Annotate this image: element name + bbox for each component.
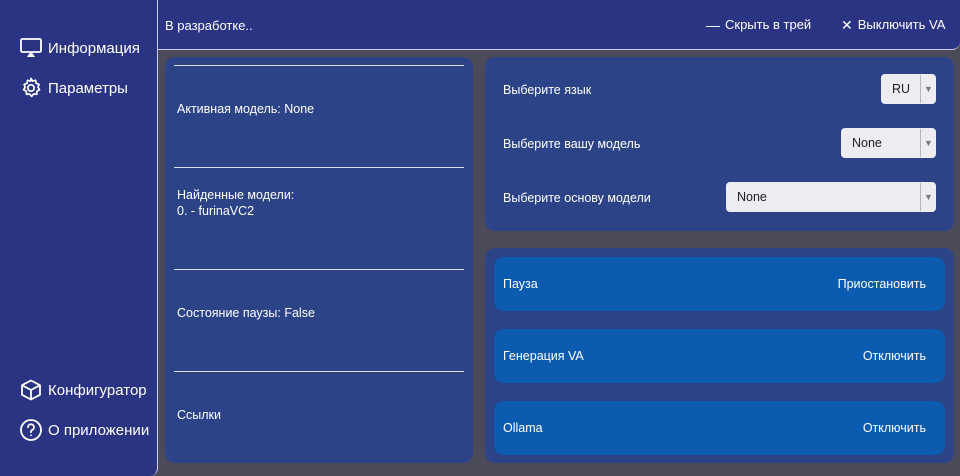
minimize-to-tray-button[interactable]: — Скрыть в трей bbox=[706, 17, 811, 32]
ollama-control[interactable]: Ollama Отключить bbox=[494, 401, 945, 455]
topbar: В разработке.. — Скрыть в трей ✕ Выключи… bbox=[158, 0, 960, 50]
chevron-down-icon: ▼ bbox=[920, 75, 936, 103]
shutdown-button[interactable]: ✕ Выключить VA bbox=[841, 17, 945, 32]
shutdown-label: Выключить VA bbox=[857, 17, 946, 32]
airplay-icon bbox=[18, 35, 44, 61]
language-select[interactable]: RU ▼ bbox=[881, 74, 936, 104]
va-generation-control[interactable]: Генерация VA Отключить bbox=[494, 329, 945, 383]
divider bbox=[174, 269, 464, 270]
gear-icon bbox=[18, 75, 44, 101]
ollama-label: Ollama bbox=[503, 421, 543, 435]
nav-configurator-label: Конфигуратор bbox=[48, 381, 147, 399]
divider bbox=[174, 371, 464, 372]
status-text: В разработке.. bbox=[165, 18, 253, 33]
nav-settings[interactable]: Параметры bbox=[18, 75, 128, 101]
nav-info[interactable]: Информация bbox=[18, 35, 140, 61]
nav-info-label: Информация bbox=[48, 39, 140, 57]
chevron-down-icon: ▼ bbox=[920, 183, 936, 211]
info-panel: Активная модель: None Найденные модели: … bbox=[165, 57, 473, 463]
model-base-label: Выберите основу модели bbox=[503, 191, 651, 205]
ollama-action-button[interactable]: Отключить bbox=[863, 421, 926, 435]
va-generation-action-button[interactable]: Отключить bbox=[863, 349, 926, 363]
language-value: RU bbox=[892, 82, 911, 96]
model-label: Выберите вашу модель bbox=[503, 137, 641, 151]
minus-icon: — bbox=[706, 16, 720, 33]
language-label: Выберите язык bbox=[503, 83, 592, 97]
settings-panel: Выберите язык RU ▼ Выберите вашу модель … bbox=[485, 57, 954, 231]
nav-settings-label: Параметры bbox=[48, 79, 128, 97]
nav-about[interactable]: О приложении bbox=[18, 417, 149, 443]
model-base-value: None bbox=[737, 190, 767, 204]
chevron-down-icon: ▼ bbox=[920, 129, 936, 157]
sidebar: Информация Параметры Конфигуратор О прил… bbox=[0, 0, 158, 476]
nav-configurator[interactable]: Конфигуратор bbox=[18, 377, 147, 403]
help-circle-icon bbox=[18, 417, 44, 443]
controls-panel: Пауза Приостановить Генерация VA Отключи… bbox=[485, 248, 954, 463]
nav-about-label: О приложении bbox=[48, 421, 150, 439]
pause-action-button[interactable]: Приостановить bbox=[838, 277, 926, 291]
pause-control[interactable]: Пауза Приостановить bbox=[494, 257, 945, 311]
model-select[interactable]: None ▼ bbox=[841, 128, 936, 158]
model-base-select[interactable]: None ▼ bbox=[726, 182, 936, 212]
va-generation-label: Генерация VA bbox=[503, 349, 584, 363]
active-model-text: Активная модель: None bbox=[177, 102, 315, 116]
pause-state-text: Состояние паузы: False bbox=[177, 306, 315, 320]
minimize-to-tray-label: Скрыть в трей bbox=[725, 17, 812, 32]
divider bbox=[174, 65, 464, 66]
model-value: None bbox=[852, 136, 882, 150]
links-text[interactable]: Ссылки bbox=[177, 407, 221, 423]
cube-icon bbox=[18, 377, 44, 403]
found-models-title: Найденные модели: bbox=[177, 188, 295, 202]
pause-control-label: Пауза bbox=[503, 277, 538, 291]
close-icon: ✕ bbox=[841, 16, 853, 33]
divider bbox=[174, 167, 464, 168]
found-model-item: 0. - furinaVC2 bbox=[177, 204, 255, 218]
